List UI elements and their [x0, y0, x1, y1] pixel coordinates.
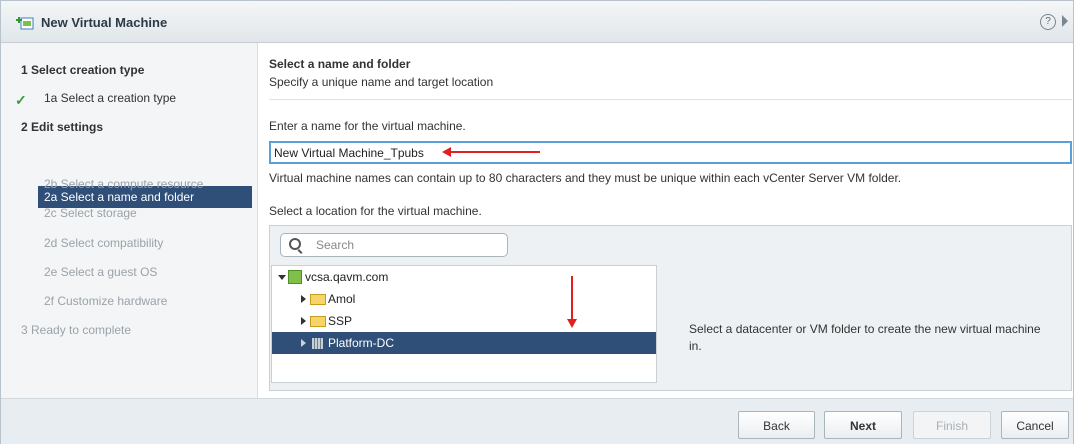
page-subtitle: Specify a unique name and target locatio… [269, 75, 494, 89]
expand-arrow-icon[interactable] [1062, 15, 1068, 27]
step-1a[interactable]: 1a Select a creation type [44, 91, 176, 105]
annotation-arrowhead [567, 319, 577, 328]
search-placeholder: Search [316, 238, 355, 252]
dialog-title: New Virtual Machine [41, 15, 168, 30]
folder-icon [310, 294, 326, 305]
annotation-arrow [571, 276, 573, 320]
checkmark-icon: ✓ [15, 92, 27, 108]
location-tree: vcsa.qavm.com Amol SSP Platform-DC [271, 265, 657, 383]
datacenter-icon [312, 338, 323, 349]
annotation-arrow [448, 151, 540, 153]
step-2f: 2f Customize hardware [44, 294, 168, 308]
name-label: Enter a name for the virtual machine. [269, 119, 466, 133]
vcenter-icon [288, 270, 302, 284]
back-button[interactable]: Back [738, 411, 815, 439]
annotation-arrowhead [442, 147, 451, 157]
tree-node-vcenter[interactable]: vcsa.qavm.com [272, 266, 656, 288]
step-2: 2 Edit settings [21, 120, 104, 134]
location-label: Select a location for the virtual machin… [269, 204, 482, 218]
wizard-steps: 1 Select creation type ✓ 1a Select a cre… [1, 43, 258, 398]
tree-node-datacenter[interactable]: Platform-DC [272, 332, 656, 354]
location-panel: Search vcsa.qavm.com Amol SSP Platform-D… [269, 225, 1072, 391]
tree-node-folder[interactable]: SSP [272, 310, 656, 332]
new-vm-dialog: New Virtual Machine ? 1 Select creation … [0, 0, 1074, 444]
tree-label: Platform-DC [328, 336, 395, 350]
tree-node-folder[interactable]: Amol [272, 288, 656, 310]
collapse-caret-icon[interactable] [301, 317, 306, 325]
new-vm-icon [16, 17, 34, 30]
finish-button[interactable]: Finish [913, 411, 991, 439]
tree-label: Amol [328, 292, 356, 306]
dialog-footer: Back Next Finish Cancel [1, 398, 1073, 444]
info-pane: Select a datacenter or VM folder to crea… [656, 265, 1072, 383]
folder-icon [310, 316, 326, 327]
page-title: Select a name and folder [269, 57, 411, 71]
name-hint: Virtual machine names can contain up to … [269, 171, 902, 185]
info-text: Select a datacenter or VM folder to crea… [689, 322, 1041, 353]
next-button[interactable]: Next [824, 411, 902, 439]
vm-name-input[interactable] [269, 141, 1072, 164]
title-bar: New Virtual Machine ? [1, 1, 1073, 43]
expand-caret-icon[interactable] [278, 275, 286, 280]
search-icon [289, 238, 301, 250]
step-2d: 2d Select compatibility [44, 236, 164, 250]
step-1: 1 Select creation type [21, 63, 145, 77]
cancel-button[interactable]: Cancel [1001, 411, 1069, 439]
tree-label: vcsa.qavm.com [305, 270, 389, 284]
collapse-caret-icon[interactable] [301, 339, 306, 347]
search-input[interactable]: Search [280, 233, 508, 257]
step-2e: 2e Select a guest OS [44, 265, 158, 279]
tree-label: SSP [328, 314, 353, 328]
step-2b: 2b Select a compute resource [44, 177, 204, 191]
step-3: 3 Ready to complete [21, 323, 132, 337]
step-2c: 2c Select storage [44, 206, 137, 220]
divider [269, 99, 1072, 100]
collapse-caret-icon[interactable] [301, 295, 306, 303]
help-icon[interactable]: ? [1040, 14, 1056, 30]
